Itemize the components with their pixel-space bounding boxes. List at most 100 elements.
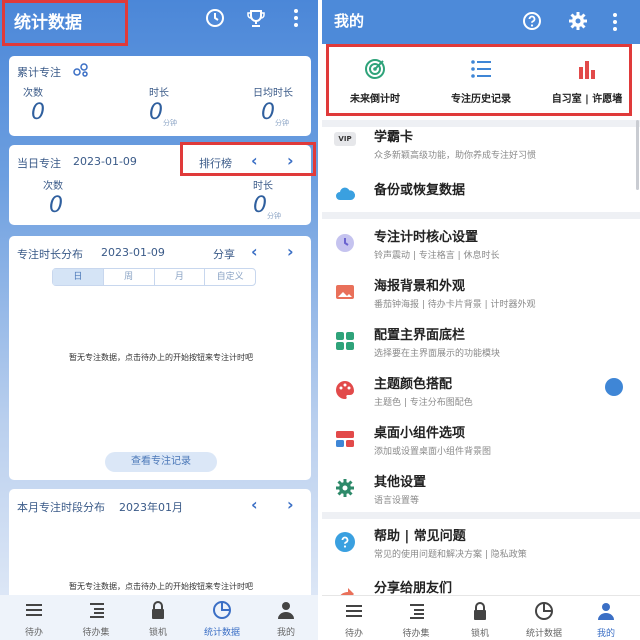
row-subtitle: 常见的使用问题和解决方案 | 隐私政策	[374, 550, 527, 560]
row-widget-options[interactable]: 桌面小组件选项 添加或设置桌面小组件背景图	[322, 420, 640, 468]
card-title: 专注时长分布	[17, 248, 83, 261]
pie-chart-icon	[213, 601, 231, 619]
card-date: 2023-01-09	[73, 155, 137, 168]
scrollbar[interactable]	[636, 120, 639, 190]
row-title: 帮助 | 常见问题	[374, 529, 466, 544]
row-bottom-bar-config[interactable]: 配置主界面底栏 选择要在主界面展示的功能模块	[322, 322, 640, 370]
tab-day[interactable]: 日	[53, 269, 104, 285]
grid-icon	[336, 332, 354, 350]
daily-avg-value: 0	[261, 100, 275, 125]
row-help[interactable]: 帮助 | 常见问题 常见的使用问题和解决方案 | 隐私政策	[322, 523, 640, 571]
prev-button[interactable]: ‹	[251, 242, 258, 261]
row-title: 其他设置	[374, 475, 427, 490]
help-icon[interactable]	[522, 11, 542, 35]
tab-week[interactable]: 周	[104, 269, 155, 285]
target-icon	[365, 59, 385, 79]
clock-icon[interactable]	[204, 7, 226, 29]
share-link[interactable]: 分享	[213, 246, 235, 262]
row-title: 海报背景和外观	[374, 279, 466, 294]
row-subtitle: 番茄钟海报 | 待办卡片背景 | 计时器外观	[374, 300, 536, 310]
question-icon	[335, 532, 355, 552]
total-focus-card: 累计专注 次数 时长 日均时长 0 0 分钟 0 分钟	[9, 56, 311, 136]
nav-label: 统计数据	[525, 629, 562, 639]
ranking-link[interactable]: 排行榜	[199, 155, 232, 171]
row-other-settings[interactable]: 其他设置 语言设置等	[322, 469, 640, 517]
count-value: 0	[31, 100, 45, 125]
nav-label: 待办集	[82, 628, 110, 638]
row-poster-appearance[interactable]: 海报背景和外观 番茄钟海报 | 待办卡片背景 | 计时器外观	[322, 273, 640, 321]
next-month-button[interactable]: ›	[287, 495, 294, 514]
tab-custom[interactable]: 自定义	[205, 269, 255, 285]
page-title: 我的	[334, 12, 365, 30]
stats-header: 统计数据	[0, 0, 318, 40]
prev-day-button[interactable]: ‹	[251, 151, 258, 170]
nav-stats[interactable]: 统计数据	[192, 595, 252, 640]
stats-panel: 统计数据 累计专注 次数 时长 日均时长 0 0 分钟 0 分钟 当日专注 20…	[0, 0, 318, 640]
daily-avg-label: 日均时长	[253, 88, 293, 99]
nav-lock[interactable]: 锁机	[450, 596, 510, 640]
range-tabs: 日 周 月 自定义	[52, 268, 256, 286]
nav-mine[interactable]: 我的	[576, 596, 636, 640]
settings-icon	[336, 479, 354, 497]
mine-header: 我的	[322, 0, 640, 44]
row-subtitle: 选择要在主界面展示的功能模块	[374, 349, 501, 359]
nav-mine[interactable]: 我的	[256, 595, 316, 640]
card-title: 当日专注	[17, 157, 61, 170]
section-separator	[322, 212, 640, 219]
row-subtitle: 众多新颖高级功能，助你养成专注好习惯	[374, 151, 537, 161]
card-title: 本月专注时段分布	[17, 501, 105, 514]
row-title: 配置主界面底栏	[374, 328, 466, 343]
row-subtitle: 主题色 | 专注分布图配色	[374, 398, 473, 408]
nav-todo[interactable]: 待办	[4, 595, 64, 640]
duration-label: 时长	[149, 88, 169, 99]
nav-todo[interactable]: 待办	[324, 596, 384, 640]
lock-icon	[152, 601, 164, 619]
shortcut-study-room[interactable]: 自习室 | 许愿墙	[534, 44, 640, 120]
nav-label: 我的	[596, 629, 615, 639]
shortcut-label: 自习室 | 许愿墙	[551, 94, 623, 105]
nav-label: 我的	[276, 628, 295, 638]
row-theme-color[interactable]: 主题颜色搭配 主题色 | 专注分布图配色	[322, 371, 640, 419]
mine-panel: 我的 未来倒计时 专注历史记录 自习室 | 许愿墙 VIP 学霸卡 众多新颖高级…	[322, 0, 640, 640]
pie-chart-icon	[535, 602, 553, 620]
gear-icon[interactable]	[568, 11, 588, 35]
nav-label: 待办集	[402, 629, 430, 639]
nav-label: 锁机	[470, 629, 489, 639]
nav-todo-set[interactable]: 待办集	[386, 596, 446, 640]
month-distribution-card: 本月专注时段分布 2023年01月 ‹ › 暂无专注数据，点击待办上的开始按钮来…	[9, 489, 311, 609]
shortcut-countdown[interactable]: 未来倒计时	[322, 44, 428, 120]
widget-icon	[336, 431, 354, 447]
prev-month-button[interactable]: ‹	[251, 495, 258, 514]
next-button[interactable]: ›	[287, 242, 294, 261]
duration-unit: 分钟	[267, 212, 281, 220]
trophy-icon[interactable]	[245, 7, 267, 29]
shortcut-label: 未来倒计时	[350, 94, 400, 105]
nav-todo-set[interactable]: 待办集	[66, 595, 126, 640]
next-day-button[interactable]: ›	[287, 151, 294, 170]
nav-stats[interactable]: 统计数据	[514, 596, 574, 640]
more-icon[interactable]	[285, 7, 307, 29]
empty-message: 暂无专注数据，点击待办上的开始按钮来专注计时吧	[69, 582, 253, 591]
row-title: 主题颜色搭配	[374, 377, 453, 392]
count-label: 次数	[43, 181, 63, 192]
card-date: 2023年01月	[119, 501, 183, 514]
section-separator	[322, 512, 640, 519]
row-timer-settings[interactable]: 专注计时核心设置 铃声震动 | 专注格言 | 休息时长	[322, 224, 640, 272]
nav-lock[interactable]: 锁机	[128, 595, 188, 640]
view-records-button[interactable]: 查看专注记录	[105, 452, 217, 472]
nav-label: 待办	[24, 628, 43, 638]
row-title: 桌面小组件选项	[374, 426, 466, 441]
row-vip-card[interactable]: VIP 学霸卡 众多新颖高级功能，助你养成专注好习惯	[322, 124, 640, 172]
nav-label: 锁机	[148, 628, 167, 638]
more-icon[interactable]	[612, 12, 618, 36]
list-set-icon	[410, 604, 424, 619]
nav-label: 待办	[344, 629, 363, 639]
theme-color-dot	[605, 378, 623, 396]
row-title: 专注计时核心设置	[374, 230, 479, 245]
list-icon	[26, 604, 42, 616]
bar-chart-icon	[579, 61, 595, 79]
nav-label: 统计数据	[203, 628, 240, 638]
row-subtitle: 添加或设置桌面小组件背景图	[374, 447, 492, 457]
shortcut-history[interactable]: 专注历史记录	[428, 44, 534, 120]
tab-month[interactable]: 月	[155, 269, 206, 285]
